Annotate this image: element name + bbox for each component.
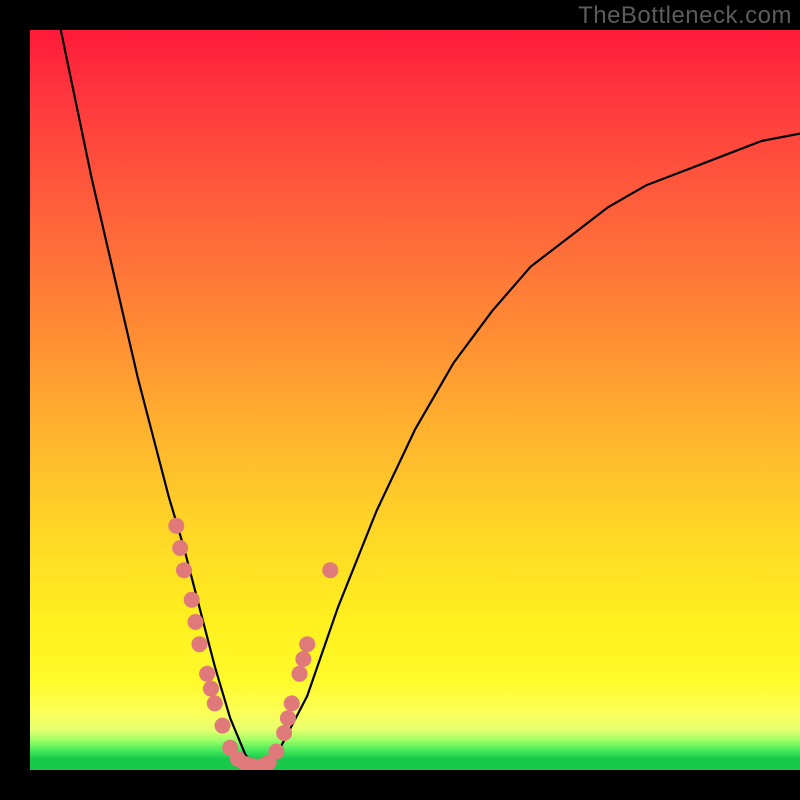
marker-point [222,740,238,756]
marker-point [284,695,300,711]
marker-point [322,562,338,578]
bottleneck-curve-path [61,30,800,770]
marker-point [230,751,246,767]
marker-point [276,725,292,741]
marker-point [292,666,308,682]
marker-point [191,636,207,652]
marker-point [238,756,254,770]
marker-point [203,681,219,697]
marker-point [295,651,311,667]
marker-point [253,758,269,770]
marker-point [299,636,315,652]
marker-point [280,710,296,726]
marker-point [268,744,284,760]
marker-point [188,614,204,630]
marker-point [245,758,261,770]
marker-point [172,540,188,556]
plot-area [30,30,800,770]
marker-point [215,718,231,734]
marker-point [207,695,223,711]
marker-point [176,562,192,578]
marker-point [184,592,200,608]
marker-group [168,518,338,770]
curve-svg [30,30,800,770]
marker-point [199,666,215,682]
marker-point [261,755,277,770]
marker-point [168,518,184,534]
watermark-text: TheBottleneck.com [578,2,792,30]
chart-frame: TheBottleneck.com [0,0,800,800]
